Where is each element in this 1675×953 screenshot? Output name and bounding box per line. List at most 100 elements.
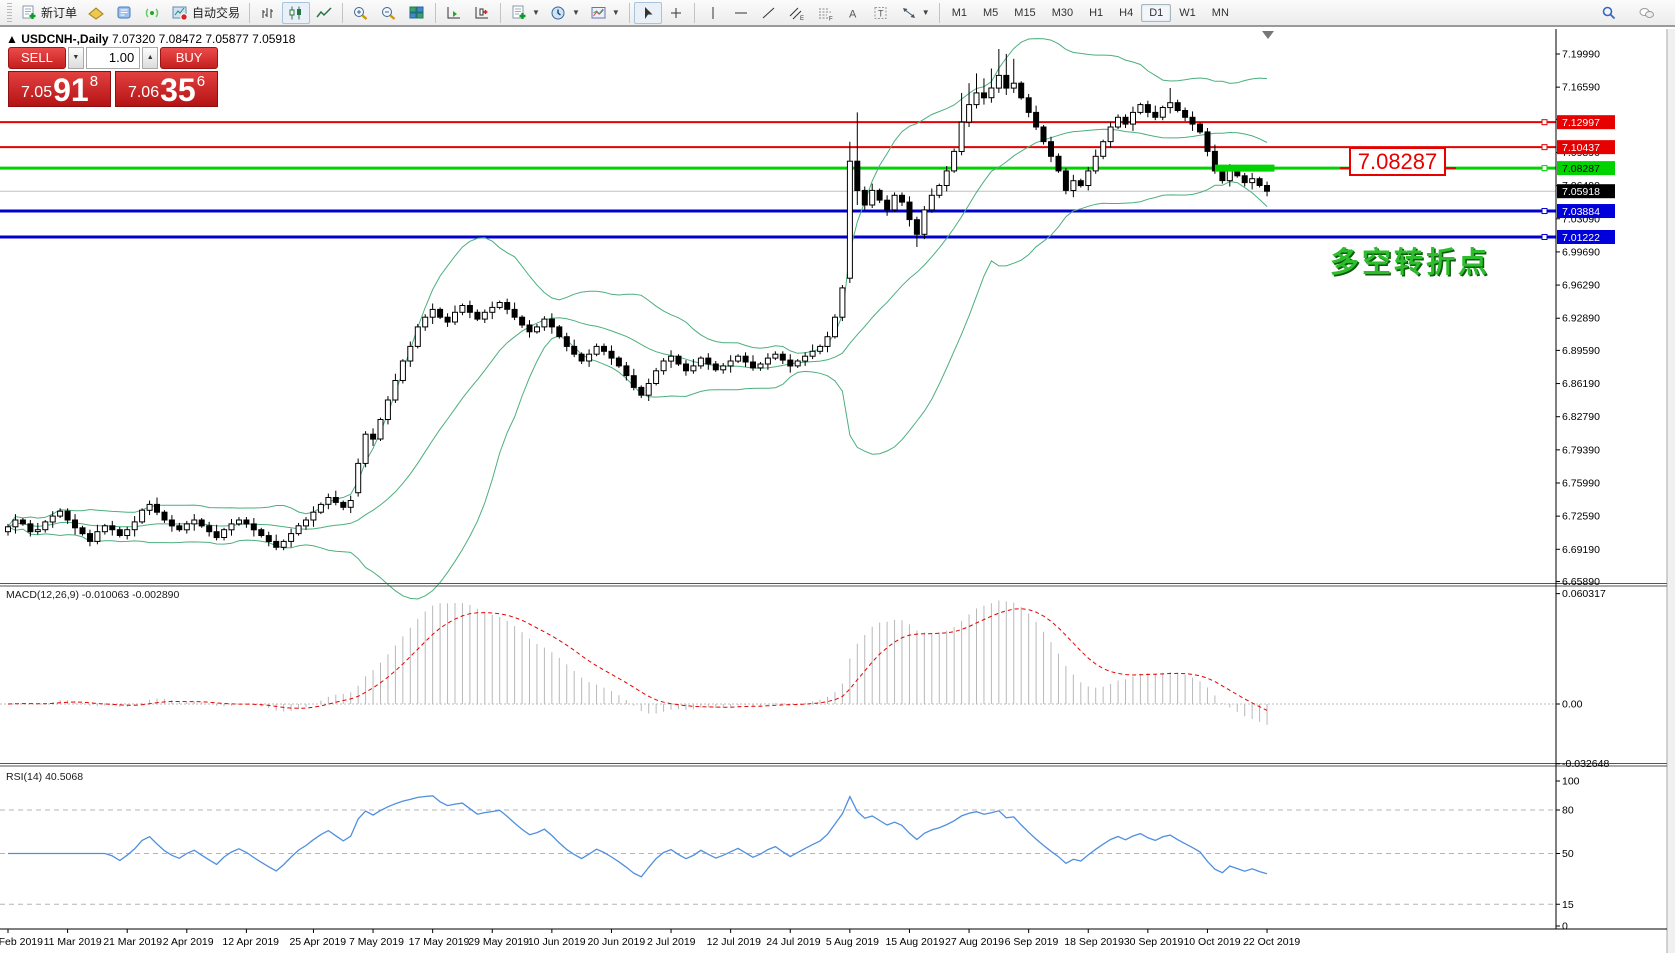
timeframe-button-h4[interactable]: H4: [1111, 4, 1141, 22]
date-label: 25 Apr 2019: [289, 936, 346, 948]
shapes-icon: [900, 5, 918, 21]
horizontal-line-button[interactable]: [727, 2, 755, 24]
mt4-window: 新订单 自动交易 ▼ ▼ ▼ E FA T ▼ M1M5M15M30H1H4D1W1MN 7.19…: [0, 0, 1675, 953]
indicators-button[interactable]: ▼: [505, 2, 545, 24]
date-label: 2 Jul 2019: [647, 936, 696, 948]
vertical-line-button[interactable]: [699, 2, 727, 24]
sell-price-sup: 8: [90, 72, 98, 90]
auto-scroll-icon: [473, 5, 491, 21]
text-icon: A: [844, 5, 862, 21]
timeframe-button-m1[interactable]: M1: [944, 4, 975, 22]
timeframe-button-mn[interactable]: MN: [1204, 4, 1237, 22]
chart-title: ▲ USDCNH-,Daily 7.07320 7.08472 7.05877 …: [6, 32, 295, 46]
chevron-down-icon[interactable]: ▼: [612, 8, 620, 17]
collapse-icon[interactable]: ▲: [6, 32, 18, 46]
macd-axis-label: 0.060317: [1562, 588, 1606, 600]
cursor-button[interactable]: [634, 2, 662, 24]
search-button[interactable]: [1595, 2, 1623, 24]
date-label: 21 Mar 2019: [103, 936, 162, 948]
support-line-2-handle[interactable]: [1542, 234, 1547, 239]
price-callout-box[interactable]: 7.08287: [1349, 147, 1446, 176]
date-label: 10 Oct 2019: [1183, 936, 1240, 948]
timeframe-button-d1[interactable]: D1: [1141, 4, 1171, 22]
date-label: 30 Sep 2019: [1124, 936, 1184, 948]
bar-chart-button[interactable]: [254, 2, 282, 24]
channel-button[interactable]: E: [783, 2, 811, 24]
crosshair-button[interactable]: [662, 2, 690, 24]
buy-button[interactable]: BUY: [160, 47, 218, 69]
resistance-line-1-handle[interactable]: [1542, 120, 1547, 125]
sell-price-display[interactable]: 7.05918: [8, 71, 111, 107]
chevron-down-icon[interactable]: ▼: [922, 8, 930, 17]
market-watch-button[interactable]: [82, 2, 110, 24]
text-label-button[interactable]: T: [867, 2, 895, 24]
timeframe-button-m15[interactable]: M15: [1006, 4, 1043, 22]
new-order-button-label: 新订单: [41, 4, 77, 21]
price-tick-label: 6.96290: [1562, 280, 1600, 292]
svg-text:E: E: [800, 16, 804, 21]
date-label: 24 Jul 2019: [766, 936, 820, 948]
timeframe-button-m30[interactable]: M30: [1044, 4, 1081, 22]
date-label: 2 Apr 2019: [163, 936, 214, 948]
date-label: 20 Jun 2019: [587, 936, 645, 948]
line-chart-icon: [315, 5, 333, 21]
depth-of-market-button[interactable]: [110, 2, 138, 24]
volume-input[interactable]: 1.00: [86, 47, 140, 69]
rsi-axis-label: 15: [1562, 899, 1574, 911]
toolbar-separator: [249, 3, 250, 23]
price-tick-label: 6.69190: [1562, 544, 1600, 556]
periods-button[interactable]: ▼: [545, 2, 585, 24]
rsi-axis-label: 50: [1562, 848, 1574, 860]
candle-chart-icon: [287, 5, 305, 21]
candle-chart-button[interactable]: [282, 2, 310, 24]
date-label: 12 Apr 2019: [222, 936, 279, 948]
annotation-text[interactable]: 多空转折点: [1330, 239, 1490, 281]
signals-button[interactable]: [138, 2, 166, 24]
crosshair-icon: [667, 5, 685, 21]
chevron-down-icon[interactable]: ▼: [572, 8, 580, 17]
chat-button[interactable]: [1633, 2, 1661, 24]
date-label: 29 May 2019: [468, 936, 529, 948]
volume-decrease-button[interactable]: ▼: [68, 47, 84, 69]
chart-window[interactable]: 7.199907.165907.132907.098907.064907.030…: [0, 29, 1675, 953]
macd-indicator-label: MACD(12,26,9) -0.010063 -0.002890: [6, 589, 179, 601]
gold-gem-icon: [87, 5, 105, 21]
line-chart-button[interactable]: [310, 2, 338, 24]
text-label-icon: T: [872, 5, 890, 21]
toolbar-separator: [939, 3, 940, 23]
timeframe-button-h1[interactable]: H1: [1081, 4, 1111, 22]
chevron-down-icon[interactable]: ▼: [532, 8, 540, 17]
chart-shift-button[interactable]: [440, 2, 468, 24]
chat-icon: [1638, 5, 1656, 21]
autotrading-button[interactable]: 自动交易: [166, 2, 245, 24]
text-button[interactable]: A: [839, 2, 867, 24]
support-line-1-price-label-text: 7.03884: [1562, 206, 1600, 218]
main-toolbar: 新订单 自动交易 ▼ ▼ ▼ E FA T ▼ M1M5M15M30H1H4D1W1MN: [0, 0, 1675, 27]
date-label: 10 Jun 2019: [528, 936, 586, 948]
fibonacci-button[interactable]: F: [811, 2, 839, 24]
date-label: 7 May 2019: [349, 936, 404, 948]
toolbar-separator: [629, 3, 630, 23]
tile-windows-button[interactable]: [403, 2, 431, 24]
buy-price-display[interactable]: 7.06356: [115, 71, 218, 107]
new-order-button[interactable]: 新订单: [15, 2, 82, 24]
zoom-in-button[interactable]: [347, 2, 375, 24]
toolbar-separator: [694, 3, 695, 23]
buy-price-sup: 6: [197, 72, 205, 90]
timeframe-button-w1[interactable]: W1: [1171, 4, 1204, 22]
volume-increase-button[interactable]: ▲: [142, 47, 158, 69]
trendline-button[interactable]: [755, 2, 783, 24]
sell-button[interactable]: SELL: [8, 47, 66, 69]
resistance-line-2-handle[interactable]: [1542, 145, 1547, 150]
templates-button[interactable]: ▼: [585, 2, 625, 24]
zoom-out-button[interactable]: [375, 2, 403, 24]
pivot-line-handle[interactable]: [1542, 166, 1547, 171]
auto-scroll-button[interactable]: [468, 2, 496, 24]
price-tick-label: 6.75990: [1562, 478, 1600, 490]
price-tick-label: 7.19990: [1562, 49, 1600, 61]
support-line-1-handle[interactable]: [1542, 209, 1547, 214]
svg-text:T: T: [878, 8, 884, 18]
chart-shift-icon: [445, 5, 463, 21]
timeframe-button-m5[interactable]: M5: [975, 4, 1006, 22]
shapes-button[interactable]: ▼: [895, 2, 935, 24]
